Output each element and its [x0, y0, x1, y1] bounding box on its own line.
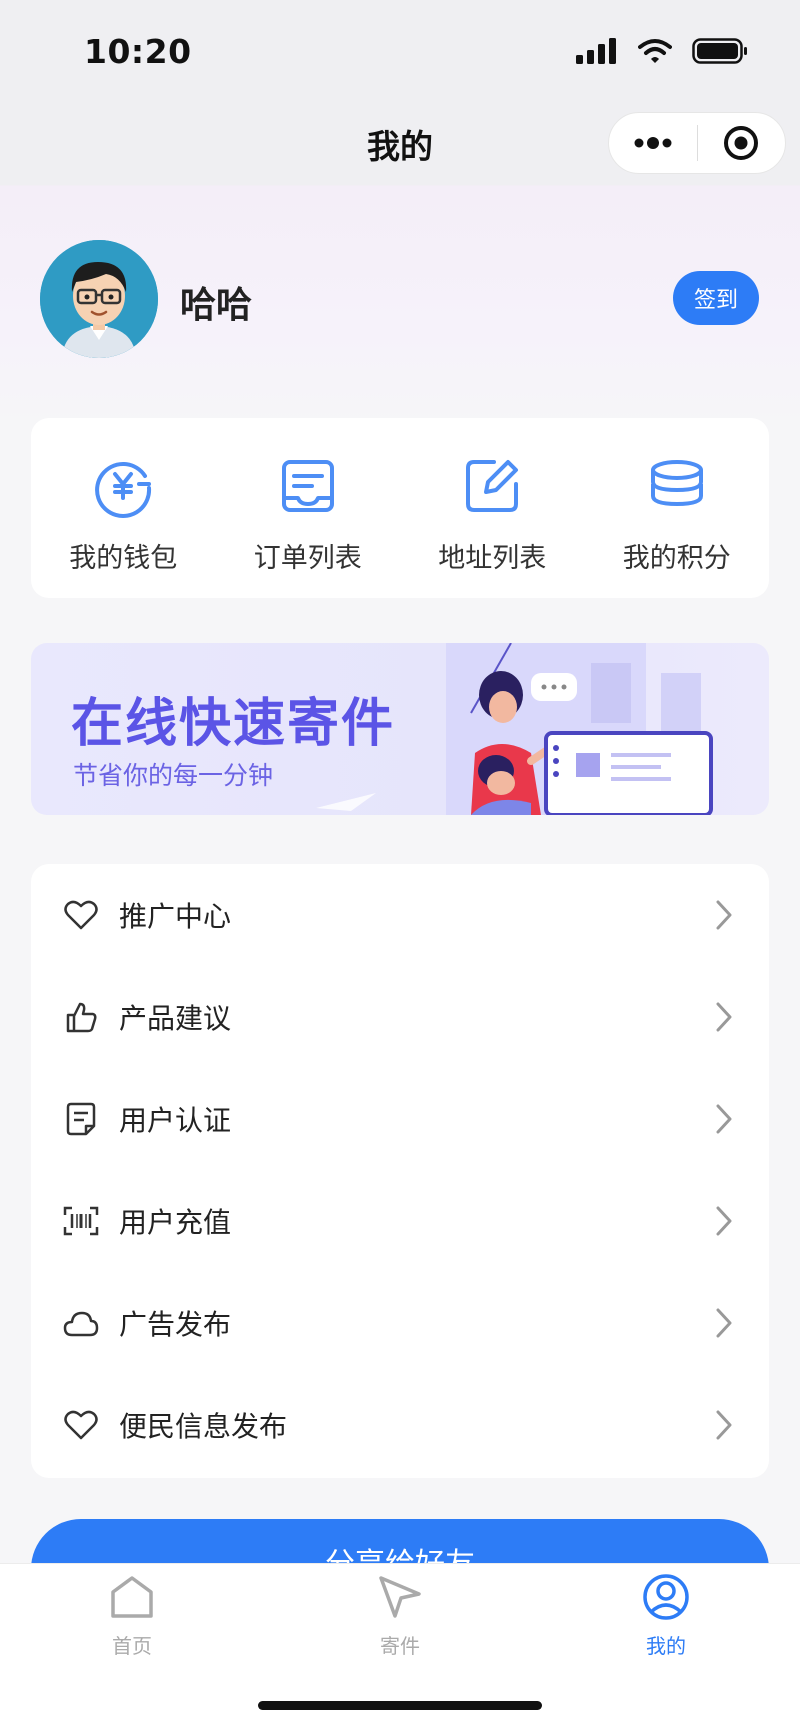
- target-close-icon: [724, 126, 759, 160]
- menu-item-community-info[interactable]: 便民信息发布: [31, 1374, 769, 1476]
- menu-item-label: 便民信息发布: [119, 1410, 288, 1443]
- tab-label: 我的: [646, 1634, 686, 1658]
- menu-item-product-suggestion[interactable]: 产品建议: [31, 966, 769, 1068]
- menu-item-user-verification[interactable]: 用户认证: [31, 1068, 769, 1170]
- quick-action-label: 我的钱包: [69, 543, 178, 574]
- banner-subtitle: 节省你的每一分钟: [73, 761, 274, 790]
- chevron-right-icon: [716, 1104, 732, 1134]
- menu-list: 推广中心 产品建议 用户认证 用户充值 广告发布 便民信息发布: [31, 864, 769, 1478]
- username: 哈哈: [180, 285, 253, 326]
- chevron-right-icon: [716, 1002, 732, 1032]
- home-icon: [111, 1576, 153, 1618]
- document-icon: [63, 1101, 99, 1137]
- menu-item-label: 用户认证: [119, 1104, 232, 1137]
- edit-address-icon: [466, 460, 519, 512]
- wifi-icon: [638, 39, 672, 63]
- banner-title: 在线快速寄件: [71, 694, 396, 754]
- signal-icon: [576, 38, 616, 64]
- tab-mine[interactable]: 我的: [586, 1572, 746, 1659]
- promo-banner[interactable]: 在线快速寄件 节省你的每一分钟: [31, 643, 769, 815]
- signin-button[interactable]: 签到: [673, 271, 759, 325]
- status-bar: 10:20: [0, 0, 800, 100]
- chevron-right-icon: [716, 1206, 732, 1236]
- quick-actions-card: 我的钱包 订单列表 地址列表 我的积分: [31, 418, 769, 598]
- quick-action-orders[interactable]: 订单列表: [216, 418, 401, 598]
- thumbs-up-icon: [63, 999, 99, 1035]
- more-button[interactable]: [609, 113, 697, 173]
- quick-action-wallet[interactable]: 我的钱包: [31, 418, 216, 598]
- user-icon: [643, 1574, 689, 1620]
- quick-action-address[interactable]: 地址列表: [400, 418, 585, 598]
- close-button[interactable]: [698, 113, 786, 173]
- chevron-right-icon: [716, 1410, 732, 1440]
- status-time: 10:20: [84, 32, 192, 71]
- tab-home[interactable]: 首页: [52, 1572, 212, 1659]
- menu-item-label: 广告发布: [119, 1308, 232, 1341]
- menu-item-label: 推广中心: [119, 900, 232, 933]
- home-indicator: [258, 1701, 542, 1710]
- heart-icon: [63, 1407, 99, 1443]
- quick-action-points[interactable]: 我的积分: [585, 418, 770, 598]
- send-icon: [379, 1576, 421, 1618]
- tab-label: 寄件: [380, 1634, 420, 1658]
- tab-send[interactable]: 寄件: [320, 1572, 480, 1659]
- menu-item-label: 产品建议: [119, 1002, 232, 1035]
- tab-label: 首页: [112, 1634, 152, 1658]
- status-icons: [576, 38, 748, 64]
- menu-item-label: 用户充值: [119, 1206, 232, 1239]
- cartoon-avatar-icon: [40, 240, 158, 358]
- chevron-right-icon: [716, 900, 732, 930]
- barcode-scan-icon: [63, 1203, 99, 1239]
- order-list-icon: [281, 460, 334, 512]
- points-coins-icon: [650, 460, 703, 507]
- chevron-right-icon: [716, 1308, 732, 1338]
- menu-item-user-recharge[interactable]: 用户充值: [31, 1170, 769, 1272]
- quick-action-label: 我的积分: [622, 543, 731, 574]
- avatar[interactable]: [40, 240, 158, 358]
- quick-action-label: 订单列表: [253, 543, 362, 574]
- wallet-yen-icon: [95, 461, 152, 518]
- cloud-icon: [63, 1305, 99, 1341]
- menu-item-ad-publish[interactable]: 广告发布: [31, 1272, 769, 1374]
- heart-icon: [63, 897, 99, 933]
- menu-item-promotion-center[interactable]: 推广中心: [31, 864, 769, 966]
- quick-action-label: 地址列表: [438, 543, 547, 574]
- more-dots-icon: [634, 137, 672, 149]
- mini-program-capsule: [608, 112, 786, 174]
- battery-icon: [692, 38, 747, 64]
